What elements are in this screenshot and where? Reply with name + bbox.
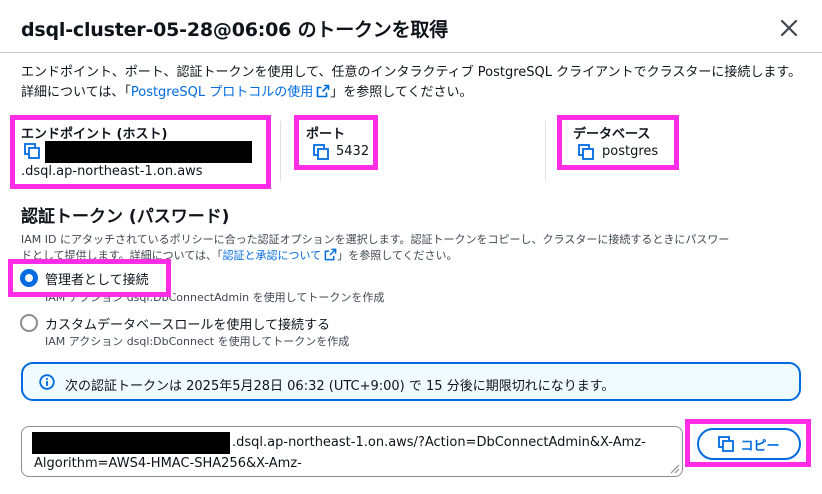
close-icon[interactable] — [775, 14, 803, 42]
auth-description-line1: IAM ID にアタッチされているポリシーに合った認証オプションを選択します。認… — [21, 233, 730, 246]
intro-text: エンドポイント、ポート、認証トークンを使用して、任意のインタラクティブ Post… — [21, 63, 811, 103]
token-line-2: Algorithm=AWS4-HMAC-SHA256&X-Amz- — [34, 456, 302, 471]
close-button[interactable] — [775, 14, 803, 42]
intro-text-after: 」を参照してください。 — [330, 85, 473, 100]
postgresql-protocol-link-text[interactable]: PostgreSQL プロトコルの使用 — [131, 85, 313, 100]
auth-description-line2-after: 」を参照してください。 — [337, 249, 458, 262]
expiry-alert: 次の認証トークンは 2025年5月28日 06:32 (UTC+9:00) で … — [21, 362, 801, 401]
token-dialog: dsql-cluster-05-28@06:06 のトークンを取得 エンドポイン… — [0, 0, 822, 494]
copy-icon[interactable] — [578, 144, 594, 160]
copy-icon[interactable] — [313, 144, 329, 160]
custom-role-option-label[interactable]: カスタムデータベースロールを使用して接続する — [45, 314, 330, 333]
copy-icon[interactable] — [24, 143, 40, 159]
admin-option-label[interactable]: 管理者として接続 — [45, 269, 149, 288]
admin-option-radio[interactable] — [20, 269, 38, 287]
database-label: データベース — [573, 127, 651, 142]
external-link-icon[interactable] — [316, 84, 330, 98]
copy-token-button[interactable]: コピー — [697, 428, 801, 460]
database-value: postgres — [602, 144, 659, 159]
auth-docs-link[interactable]: 認証と承認について — [223, 248, 338, 262]
token-redaction — [32, 432, 230, 454]
endpoint-redaction — [45, 141, 252, 163]
port-label: ポート — [306, 127, 346, 142]
custom-role-option-radio[interactable] — [20, 314, 38, 332]
field-separator — [545, 121, 546, 181]
copy-token-button-label[interactable]: コピー — [740, 435, 779, 454]
field-separator — [280, 121, 281, 181]
dialog-title: dsql-cluster-05-28@06:06 のトークンを取得 — [21, 19, 449, 41]
port-value: 5432 — [336, 144, 370, 159]
header-divider — [0, 52, 822, 53]
auth-docs-link-text[interactable]: 認証と承認について — [223, 249, 322, 262]
endpoint-value: .dsql.ap-northeast-1.on.aws — [21, 164, 203, 179]
token-line-1: .dsql.ap-northeast-1.on.aws/?Action=DbCo… — [232, 435, 646, 450]
auth-token-textarea[interactable]: .dsql.ap-northeast-1.on.aws/?Action=DbCo… — [21, 426, 683, 477]
auth-section-title: 認証トークン (パスワード) — [21, 207, 230, 227]
resize-handle-icon[interactable] — [670, 464, 680, 474]
postgresql-protocol-link[interactable]: PostgreSQL プロトコルの使用 — [131, 84, 330, 100]
external-link-icon[interactable] — [324, 248, 337, 261]
custom-role-option-description: IAM アクション dsql:DbConnect を使用してトークンを作成 — [45, 335, 350, 348]
info-icon — [39, 374, 55, 390]
copy-icon[interactable] — [718, 436, 735, 452]
endpoint-label: エンドポイント (ホスト) — [21, 127, 168, 142]
expiry-alert-text: 次の認証トークンは 2025年5月28日 06:32 (UTC+9:00) で … — [65, 379, 615, 394]
